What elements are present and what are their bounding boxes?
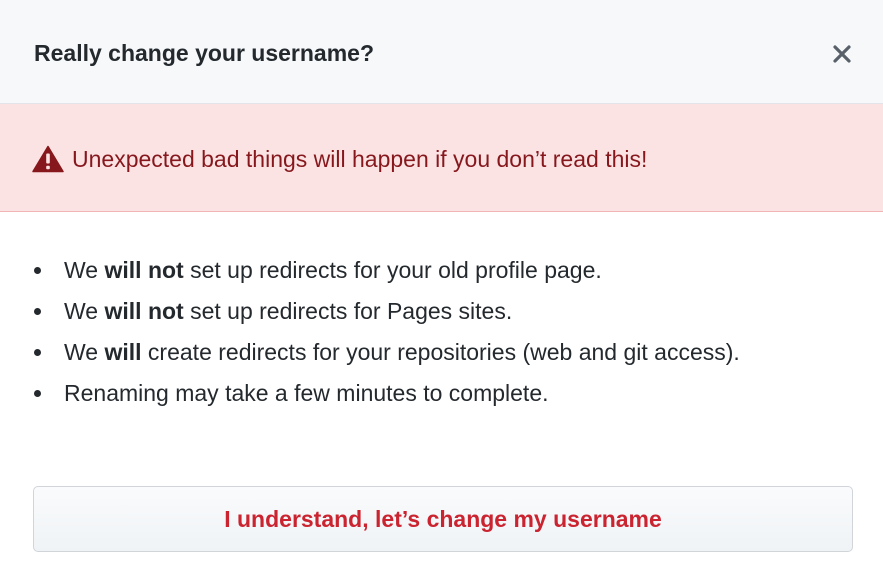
bullet-icon [34,390,41,397]
bullet-icon [34,267,41,274]
list-item: We will not set up redirects for your ol… [34,254,834,286]
dialog-header: Really change your username? [0,0,883,104]
list-item: We will not set up redirects for Pages s… [34,295,834,327]
close-button[interactable] [822,34,862,74]
list-item: Renaming may take a few minutes to compl… [34,377,834,409]
bullet-icon [34,308,41,315]
confirm-rename-button[interactable]: I understand, let’s change my username [33,486,853,552]
rename-consequences-list: We will not set up redirects for your ol… [34,254,834,418]
bullet-icon [34,349,41,356]
alert-triangle-icon [32,145,64,173]
list-item: We will create redirects for your reposi… [34,336,834,368]
rename-username-dialog: Really change your username? Unexpected … [0,0,883,582]
dialog-title: Really change your username? [34,40,375,66]
close-icon [833,45,851,63]
warning-text: Unexpected bad things will happen if you… [72,146,648,172]
